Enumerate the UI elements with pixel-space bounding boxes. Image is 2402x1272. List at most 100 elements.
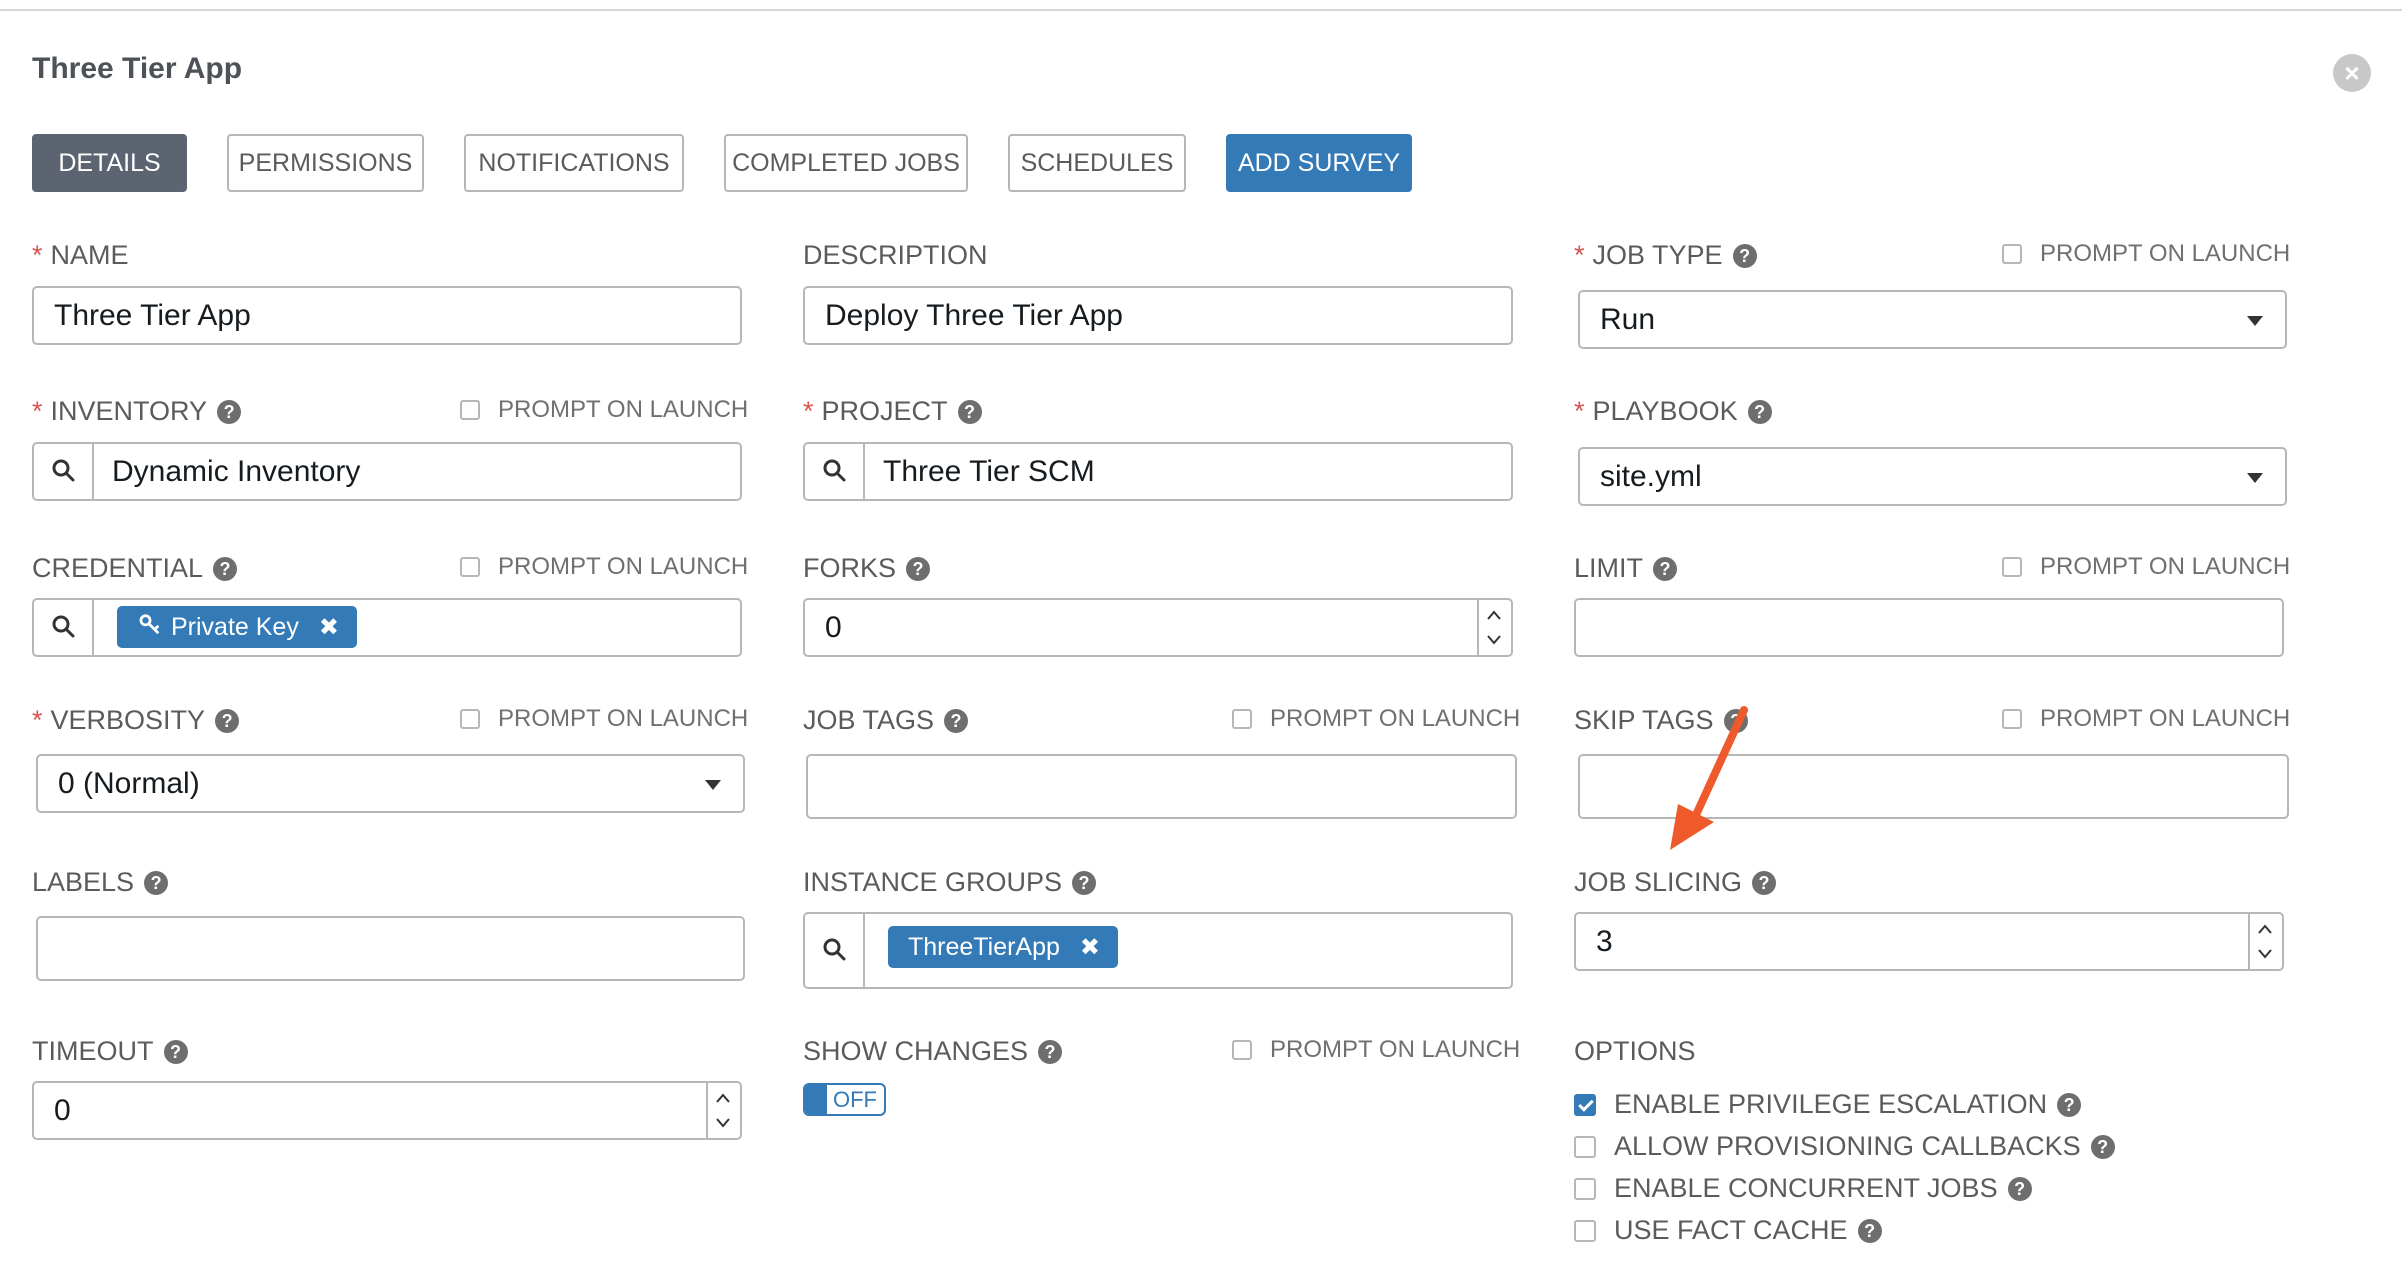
job-type-select[interactable]: Run bbox=[1578, 290, 2287, 349]
help-icon[interactable]: ? bbox=[213, 557, 238, 581]
help-icon[interactable]: ? bbox=[2057, 1093, 2082, 1117]
help-icon[interactable]: ? bbox=[1857, 1219, 1882, 1243]
help-icon[interactable]: ? bbox=[1038, 1040, 1063, 1064]
search-icon bbox=[52, 459, 75, 481]
help-icon[interactable]: ? bbox=[2007, 1177, 2032, 1201]
help-icon[interactable]: ? bbox=[215, 709, 240, 733]
show-changes-label: SHOW CHANGES? bbox=[803, 1036, 1063, 1067]
limit-input[interactable] bbox=[1574, 598, 2284, 657]
job-slicing-input[interactable]: 3 bbox=[1574, 912, 2284, 971]
chevron-up-icon[interactable] bbox=[715, 1091, 731, 1105]
credential-label: CREDENTIAL? bbox=[32, 553, 238, 584]
checkbox[interactable] bbox=[460, 400, 480, 420]
instance-groups-label: INSTANCE GROUPS? bbox=[803, 867, 1097, 898]
help-icon[interactable]: ? bbox=[1732, 244, 1757, 268]
checkbox[interactable] bbox=[2002, 709, 2022, 729]
name-label: * NAME bbox=[32, 240, 129, 270]
skip-tags-prompt-on-launch[interactable]: PROMPT ON LAUNCH bbox=[2002, 705, 2290, 733]
forks-input[interactable]: 0 bbox=[803, 598, 1513, 657]
close-icon[interactable]: × bbox=[2333, 54, 2371, 92]
option-enable-privilege-escalation[interactable]: ENABLE PRIVILEGE ESCALATION? bbox=[1574, 1089, 2082, 1120]
help-icon[interactable]: ? bbox=[1752, 871, 1777, 895]
inventory-search-button[interactable] bbox=[34, 444, 94, 499]
caret-down-icon bbox=[705, 779, 721, 790]
job-slicing-spinner[interactable] bbox=[2248, 914, 2282, 969]
option-use-fact-cache[interactable]: USE FACT CACHE? bbox=[1574, 1215, 1882, 1246]
option-allow-provisioning-callbacks[interactable]: ALLOW PROVISIONING CALLBACKS? bbox=[1574, 1131, 2115, 1162]
caret-down-icon bbox=[2247, 315, 2263, 326]
inventory-prompt-on-launch[interactable]: PROMPT ON LAUNCH bbox=[460, 396, 748, 424]
labels-input[interactable] bbox=[36, 916, 745, 981]
playbook-select[interactable]: site.yml bbox=[1578, 447, 2287, 506]
checkbox[interactable] bbox=[1574, 1178, 1596, 1200]
job-type-prompt-on-launch[interactable]: PROMPT ON LAUNCH bbox=[2002, 240, 2290, 268]
checkbox[interactable] bbox=[460, 557, 480, 577]
checkbox[interactable] bbox=[460, 709, 480, 729]
credential-lookup[interactable]: Private Key ✖ bbox=[32, 598, 742, 657]
show-changes-prompt-on-launch[interactable]: PROMPT ON LAUNCH bbox=[1232, 1036, 1520, 1064]
checkbox[interactable] bbox=[1232, 709, 1252, 729]
checkbox[interactable] bbox=[1574, 1136, 1596, 1158]
instance-groups-search-button[interactable] bbox=[805, 914, 865, 987]
add-survey-button[interactable]: ADD SURVEY bbox=[1226, 134, 1412, 192]
project-lookup[interactable]: Three Tier SCM bbox=[803, 442, 1513, 501]
limit-label: LIMIT? bbox=[1574, 553, 1678, 584]
tab-permissions[interactable]: PERMISSIONS bbox=[227, 134, 424, 192]
verbosity-prompt-on-launch[interactable]: PROMPT ON LAUNCH bbox=[460, 705, 748, 733]
timeout-spinner[interactable] bbox=[706, 1083, 740, 1138]
inventory-label: * INVENTORY? bbox=[32, 396, 242, 427]
verbosity-select[interactable]: 0 (Normal) bbox=[36, 754, 745, 813]
checkbox[interactable] bbox=[1232, 1040, 1252, 1060]
checkbox[interactable] bbox=[2002, 557, 2022, 577]
timeout-input[interactable]: 0 bbox=[32, 1081, 742, 1140]
description-input[interactable]: Deploy Three Tier App bbox=[803, 286, 1513, 345]
key-icon bbox=[139, 614, 160, 635]
option-enable-concurrent-jobs[interactable]: ENABLE CONCURRENT JOBS? bbox=[1574, 1173, 2032, 1204]
credential-search-button[interactable] bbox=[34, 600, 94, 655]
remove-chip-icon[interactable]: ✖ bbox=[1080, 934, 1100, 961]
credential-chip: Private Key ✖ bbox=[117, 606, 357, 648]
help-icon[interactable]: ? bbox=[944, 709, 969, 733]
checkbox[interactable] bbox=[1574, 1220, 1596, 1242]
verbosity-label: * VERBOSITY? bbox=[32, 705, 240, 736]
credential-prompt-on-launch[interactable]: PROMPT ON LAUNCH bbox=[460, 553, 748, 581]
chevron-down-icon[interactable] bbox=[2257, 947, 2273, 961]
help-icon[interactable]: ? bbox=[144, 871, 169, 895]
help-icon[interactable]: ? bbox=[163, 1040, 188, 1064]
project-search-button[interactable] bbox=[805, 444, 865, 499]
forks-spinner[interactable] bbox=[1477, 600, 1511, 655]
remove-chip-icon[interactable]: ✖ bbox=[319, 614, 339, 641]
options-label: OPTIONS bbox=[1574, 1036, 1696, 1066]
checkbox-checked[interactable] bbox=[1574, 1094, 1596, 1116]
search-icon bbox=[823, 938, 846, 960]
chevron-up-icon[interactable] bbox=[1486, 608, 1502, 622]
inventory-lookup[interactable]: Dynamic Inventory bbox=[32, 442, 742, 501]
help-icon[interactable]: ? bbox=[1653, 557, 1678, 581]
description-label: DESCRIPTION bbox=[803, 240, 988, 270]
tab-details[interactable]: DETAILS bbox=[32, 134, 187, 192]
chevron-up-icon[interactable] bbox=[2257, 922, 2273, 936]
help-icon[interactable]: ? bbox=[906, 557, 931, 581]
help-icon[interactable]: ? bbox=[957, 400, 982, 424]
chevron-down-icon[interactable] bbox=[715, 1116, 731, 1130]
annotation-arrow bbox=[1670, 706, 1748, 850]
chevron-down-icon[interactable] bbox=[1486, 633, 1502, 647]
job-type-label: * JOB TYPE? bbox=[1574, 240, 1757, 271]
caret-down-icon bbox=[2247, 472, 2263, 483]
help-icon[interactable]: ? bbox=[1747, 400, 1772, 424]
job-tags-prompt-on-launch[interactable]: PROMPT ON LAUNCH bbox=[1232, 705, 1520, 733]
help-icon[interactable]: ? bbox=[2090, 1135, 2115, 1159]
tab-completed-jobs[interactable]: COMPLETED JOBS bbox=[724, 134, 968, 192]
instance-groups-lookup[interactable]: ThreeTierApp ✖ bbox=[803, 912, 1513, 989]
show-changes-toggle[interactable]: OFF bbox=[803, 1083, 886, 1116]
limit-prompt-on-launch[interactable]: PROMPT ON LAUNCH bbox=[2002, 553, 2290, 581]
job-tags-input[interactable] bbox=[806, 754, 1517, 819]
tab-notifications[interactable]: NOTIFICATIONS bbox=[464, 134, 684, 192]
help-icon[interactable]: ? bbox=[217, 400, 242, 424]
name-input[interactable]: Three Tier App bbox=[32, 286, 742, 345]
toggle-knob bbox=[805, 1085, 827, 1114]
labels-label: LABELS? bbox=[32, 867, 169, 898]
tab-schedules[interactable]: SCHEDULES bbox=[1008, 134, 1186, 192]
checkbox[interactable] bbox=[2002, 244, 2022, 264]
help-icon[interactable]: ? bbox=[1072, 871, 1097, 895]
